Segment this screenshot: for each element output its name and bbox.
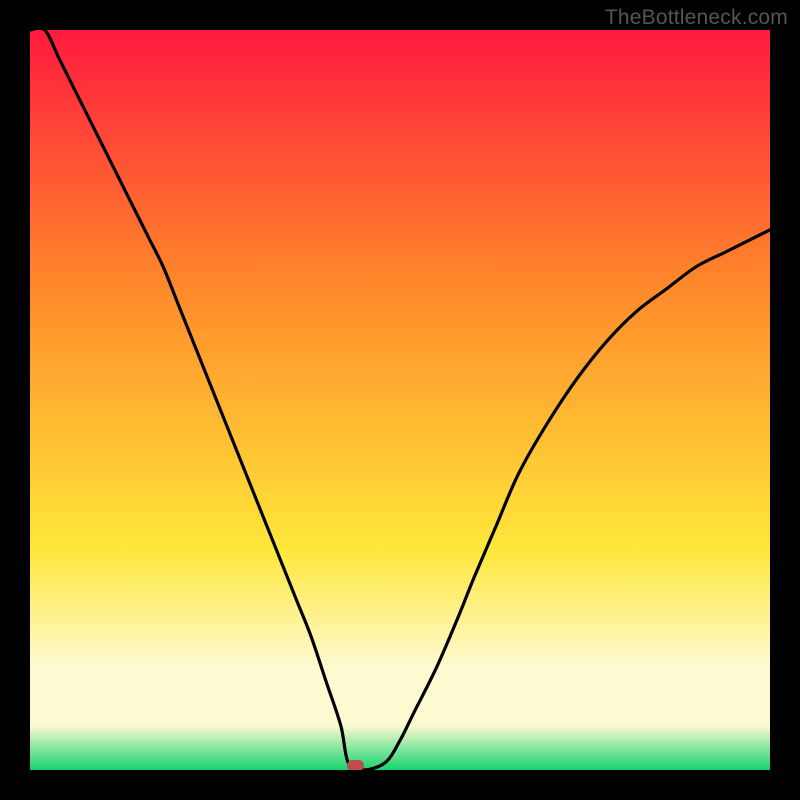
- gradient-background: [30, 30, 770, 770]
- chart-frame: TheBottleneck.com: [0, 0, 800, 800]
- minimum-marker: [347, 760, 363, 770]
- plot-area: [30, 30, 770, 770]
- plot-svg: [30, 30, 770, 770]
- watermark-text: TheBottleneck.com: [605, 6, 788, 30]
